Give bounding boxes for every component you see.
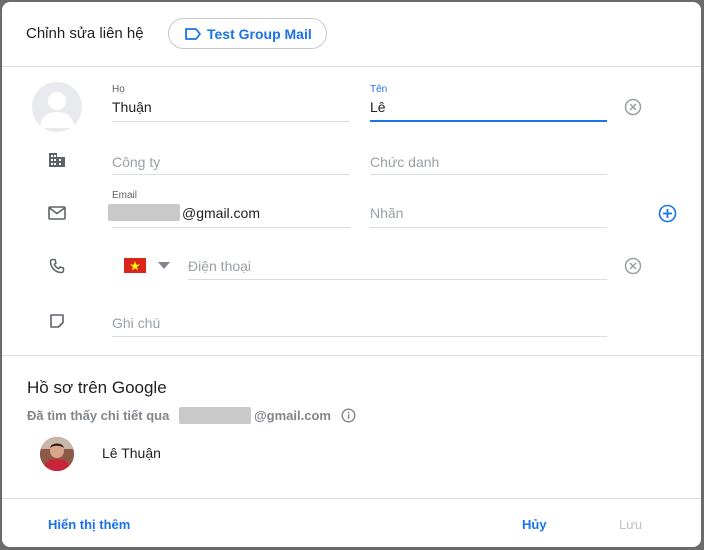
chevron-down-icon[interactable] [158,262,170,269]
info-icon[interactable] [341,408,356,423]
note-input[interactable]: Ghi chú [112,315,160,331]
profile-photo [40,437,74,471]
add-circle-icon[interactable] [658,204,677,223]
phone-underline [188,279,607,280]
edit-contact-dialog: Chỉnh sửa liên hệ Test Group Mail Họ Thu… [2,2,701,547]
label-icon [185,28,201,40]
building-icon [49,153,65,167]
header-divider [2,66,701,67]
company-underline [112,174,350,175]
profile-photo-image [40,437,74,471]
section-divider [2,355,701,356]
label-chip[interactable]: Test Group Mail [168,18,327,49]
phone-input[interactable]: Điện thoại [188,258,251,274]
last-name-label: Họ [112,84,125,95]
show-more-button[interactable]: Hiển thị thêm [48,517,130,532]
company-input[interactable]: Công ty [112,154,160,170]
email-redacted [108,204,180,221]
email-underline [112,227,350,228]
email-input[interactable]: @gmail.com [182,205,260,221]
footer-divider [2,498,701,499]
phone-icon [49,258,65,274]
cancel-button[interactable]: Hủy [522,517,547,532]
job-title-underline [370,174,607,175]
last-name-input[interactable]: Thuận [112,99,152,115]
google-profile-title: Hồ sơ trên Google [27,378,167,397]
person-placeholder-icon [40,92,74,128]
email-label-underline [370,227,607,228]
first-name-input[interactable]: Lê [370,99,386,115]
mail-icon [48,206,66,220]
found-email-redacted [179,407,251,424]
found-email-domain: @gmail.com [254,408,331,423]
first-name-underline-focused [370,120,607,122]
profile-person-name: Lê Thuận [102,445,161,461]
email-label-input[interactable]: Nhãn [370,205,403,221]
vietnam-flag-icon [124,258,146,273]
country-flag-selector[interactable] [124,258,146,273]
clear-circle-icon[interactable] [624,98,642,116]
label-chip-text: Test Group Mail [207,26,312,42]
job-title-input[interactable]: Chức danh [370,154,439,170]
first-name-label: Tên [370,84,388,95]
clear-circle-icon[interactable] [624,257,642,275]
contact-avatar[interactable] [32,82,82,132]
dialog-title: Chỉnh sửa liên hệ [26,25,144,42]
note-underline [112,336,607,337]
save-button[interactable]: Lưu [619,517,642,532]
last-name-underline [112,121,350,122]
email-label: Email [112,190,138,201]
note-icon [50,314,64,328]
google-profile-found-text: Đã tìm thấy chi tiết qua [27,408,170,423]
